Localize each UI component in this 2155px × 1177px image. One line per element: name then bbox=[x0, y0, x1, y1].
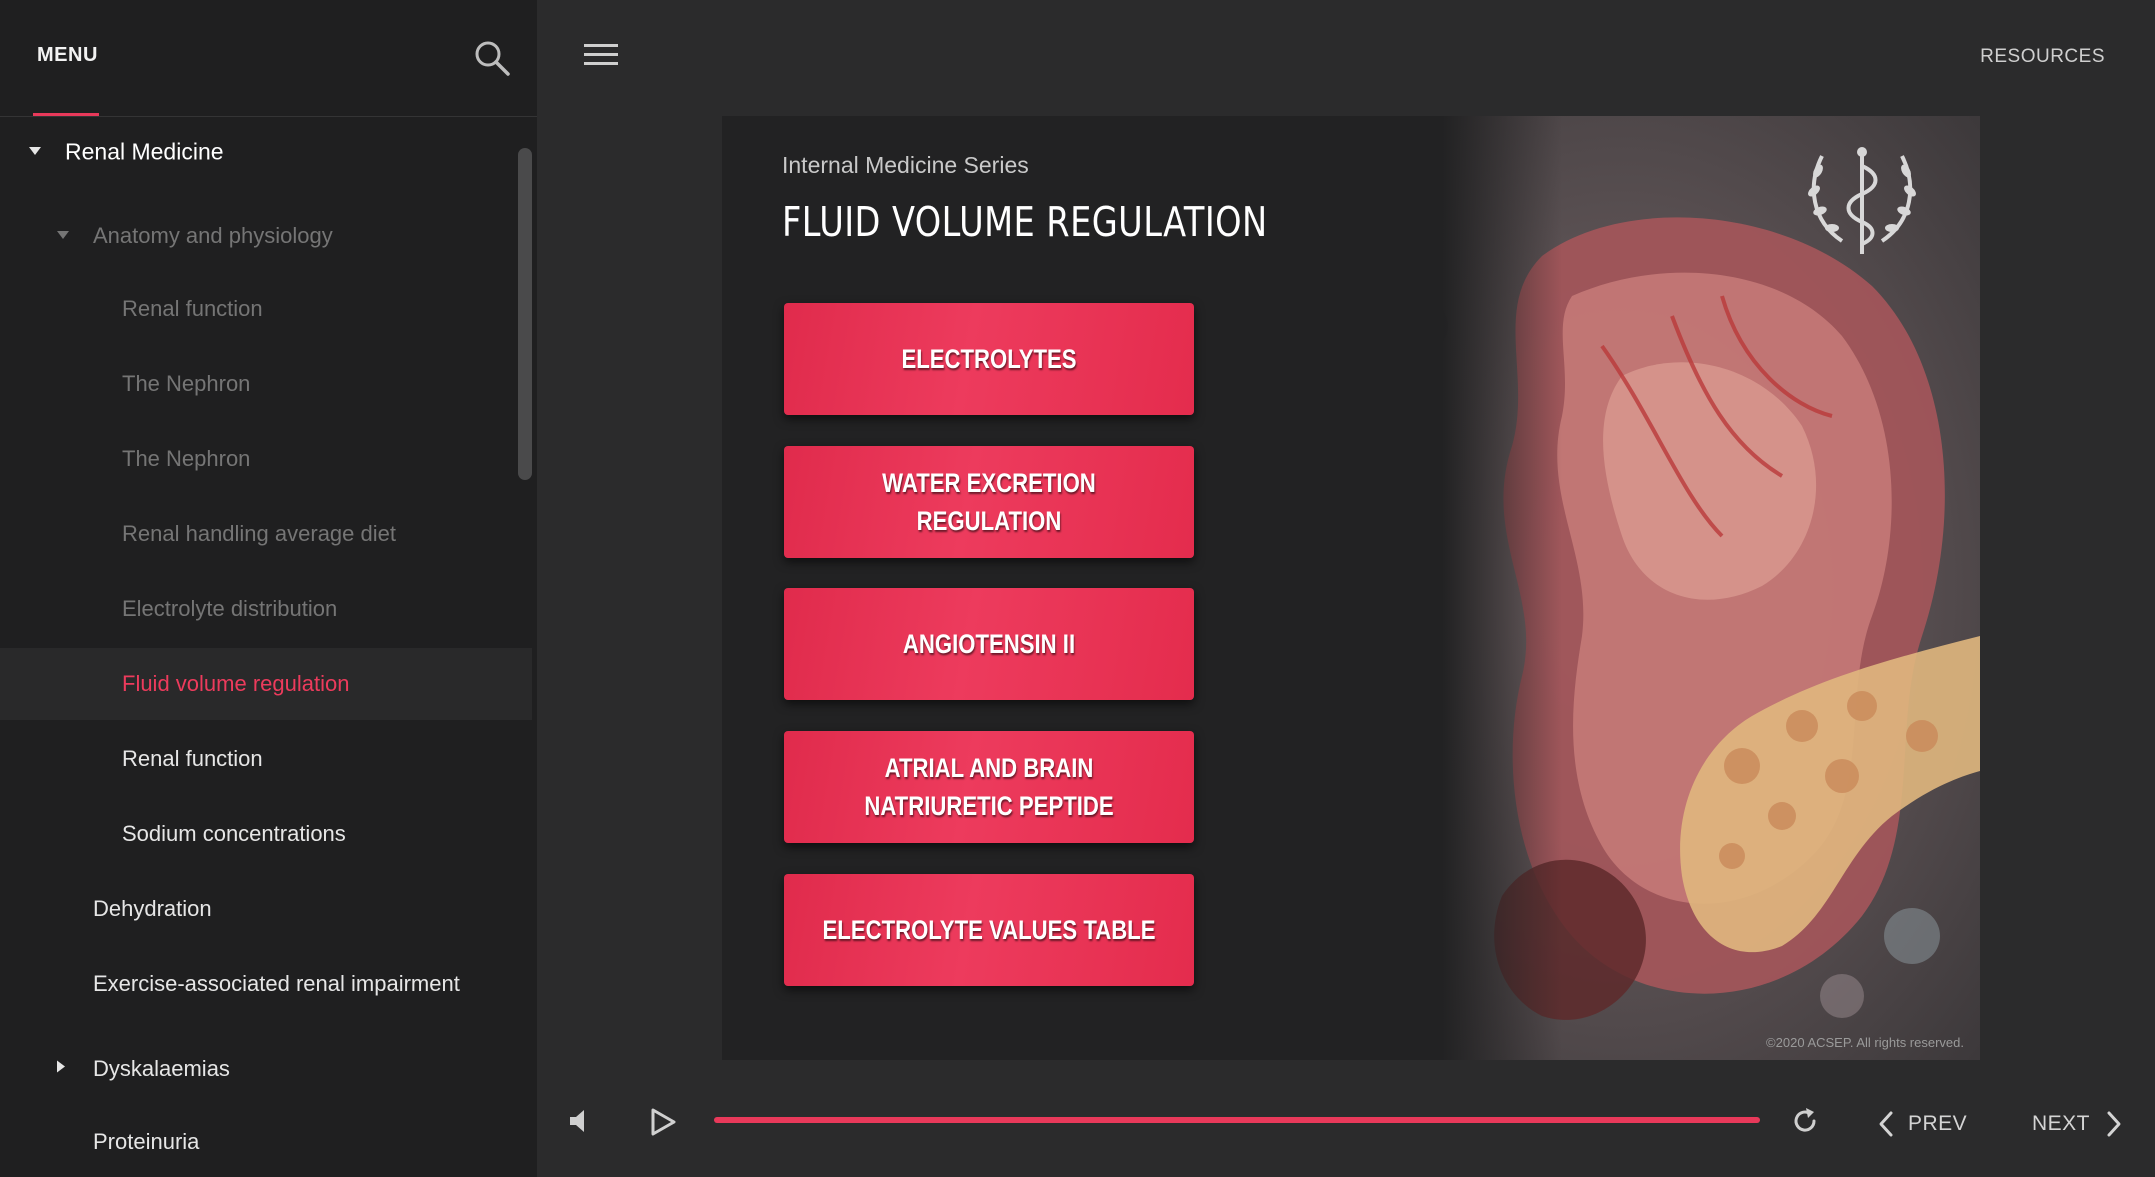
chevron-left-icon bbox=[1879, 1111, 1893, 1137]
search-icon[interactable] bbox=[472, 38, 512, 78]
menu-item-label: Renal function bbox=[122, 296, 263, 321]
menu-item-active[interactable]: Fluid volume regulation bbox=[0, 648, 532, 720]
menu-item-label: Electrolyte distribution bbox=[122, 596, 338, 621]
caret-down-icon[interactable] bbox=[28, 143, 42, 161]
menu-item-label: The Nephron bbox=[122, 446, 251, 471]
sidebar-header: MENU bbox=[0, 0, 537, 117]
menu-item[interactable]: Proteinuria bbox=[0, 1106, 532, 1177]
menu-item-label: Exercise-associated renal impairment bbox=[93, 971, 460, 996]
prev-button[interactable]: PREV bbox=[1876, 1106, 1976, 1140]
menu-item[interactable]: Electrolyte distribution bbox=[0, 573, 532, 645]
slide-title: FLUID VOLUME REGULATION bbox=[782, 198, 1268, 246]
menu-item-label: Renal handling average diet bbox=[122, 521, 396, 546]
menu-title: MENU bbox=[37, 44, 98, 66]
menu-item[interactable]: Renal function bbox=[0, 273, 532, 345]
series-label: Internal Medicine Series bbox=[782, 152, 1029, 178]
copyright-text: ©2020 ACSEP. All rights reserved. bbox=[1766, 1035, 1964, 1050]
menu-item-label: The Nephron bbox=[122, 371, 251, 396]
topic-button-label: WATER EXCRETION REGULATION bbox=[882, 468, 1096, 536]
menu-item-label: Dyskalaemias bbox=[93, 1056, 230, 1081]
speaker-icon[interactable] bbox=[566, 1106, 596, 1136]
progress-fill bbox=[714, 1117, 1760, 1123]
progress-bar[interactable] bbox=[714, 1117, 1760, 1123]
menu-item[interactable]: Dyskalaemias bbox=[0, 1033, 532, 1105]
sidebar-scrollbar[interactable] bbox=[518, 148, 532, 480]
prev-label: PREV bbox=[1908, 1112, 1968, 1135]
menu-item[interactable]: Renal Medicine bbox=[0, 116, 532, 188]
hamburger-icon[interactable] bbox=[584, 42, 618, 68]
topic-button[interactable]: ANGIOTENSIN II bbox=[784, 588, 1194, 700]
next-button[interactable]: NEXT bbox=[2032, 1106, 2132, 1140]
menu-item-label: Renal function bbox=[122, 746, 263, 771]
menu-item[interactable]: Renal function bbox=[0, 723, 532, 795]
sidebar: MENU Renal Medicine Anatomy and physiolog… bbox=[0, 0, 537, 1177]
menu-item[interactable]: Renal handling average diet bbox=[0, 498, 532, 570]
menu-item[interactable]: Dehydration bbox=[0, 873, 532, 945]
caret-right-icon[interactable] bbox=[56, 1060, 66, 1079]
slide: Internal Medicine Series FLUID VOLUME RE… bbox=[722, 116, 1980, 1060]
chevron-right-icon bbox=[2107, 1111, 2121, 1137]
next-label: NEXT bbox=[2032, 1112, 2091, 1135]
menu-item-label: Dehydration bbox=[93, 896, 212, 921]
menu-item-label: Proteinuria bbox=[93, 1129, 200, 1154]
menu-item[interactable]: Anatomy and physiology bbox=[0, 200, 532, 272]
caret-down-icon[interactable] bbox=[56, 227, 70, 245]
topic-button-label: ATRIAL AND BRAIN NATRIURETIC PEPTIDE bbox=[864, 753, 1114, 821]
topic-button-label: ELECTROLYTE VALUES TABLE bbox=[822, 915, 1156, 945]
menu-item[interactable]: The Nephron bbox=[0, 423, 532, 495]
menu-item[interactable]: The Nephron bbox=[0, 348, 532, 420]
topic-button-label: ELECTROLYTES bbox=[901, 344, 1077, 374]
menu-item-label: Fluid volume regulation bbox=[122, 671, 350, 696]
play-icon[interactable] bbox=[650, 1108, 676, 1136]
topic-button-label: ANGIOTENSIN II bbox=[902, 629, 1076, 659]
topic-button[interactable]: ATRIAL AND BRAIN NATRIURETIC PEPTIDE bbox=[784, 731, 1194, 843]
topic-button[interactable]: WATER EXCRETION REGULATION bbox=[784, 446, 1194, 558]
menu-item[interactable]: Sodium concentrations bbox=[0, 798, 532, 870]
menu-item[interactable]: Exercise-associated renal impairment bbox=[0, 948, 532, 1020]
resources-link[interactable]: RESOURCES bbox=[1980, 46, 2105, 68]
topic-button[interactable]: ELECTROLYTE VALUES TABLE bbox=[784, 874, 1194, 986]
topic-button[interactable]: ELECTROLYTES bbox=[784, 303, 1194, 415]
replay-icon[interactable] bbox=[1789, 1105, 1821, 1137]
menu-item-label: Anatomy and physiology bbox=[93, 223, 333, 248]
menu-item-label: Sodium concentrations bbox=[122, 821, 346, 846]
menu-item-label: Renal Medicine bbox=[65, 138, 224, 165]
